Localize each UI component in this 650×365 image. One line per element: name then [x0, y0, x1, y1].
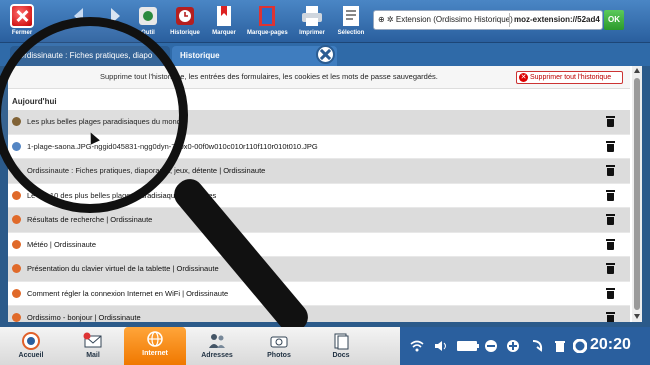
globe-icon: [147, 331, 163, 347]
home-logo-icon: [22, 332, 40, 350]
battery-icon: [457, 341, 479, 351]
trash-icon[interactable]: [606, 189, 615, 201]
contacts-icon: [209, 334, 225, 348]
url-input[interactable]: moz-extension://52ad4: [514, 11, 600, 29]
bookmark-add-icon: [217, 6, 231, 26]
url-go-button[interactable]: OK: [604, 10, 624, 30]
app-photos[interactable]: Photos: [248, 329, 310, 365]
history-row[interactable]: Ordissimo - bonjour | Ordissinaute: [8, 306, 630, 322]
selection-icon: [343, 6, 359, 26]
trash-icon[interactable]: [606, 140, 615, 152]
clock: 20:20: [590, 336, 631, 353]
history-title[interactable]: Météo | Ordissinaute: [27, 240, 96, 249]
undo-icon[interactable]: [530, 339, 544, 353]
trash-icon[interactable]: [606, 312, 615, 322]
bookmark-add-button[interactable]: Marquer: [204, 2, 244, 40]
site-favicon-icon: [12, 239, 21, 249]
trash-icon[interactable]: [606, 116, 615, 127]
url-separator: [509, 13, 510, 27]
printer-icon: [302, 6, 322, 26]
tab-historique[interactable]: Historique: [172, 46, 337, 66]
documents-icon: [334, 333, 349, 350]
magnifier-lens: [0, 17, 188, 213]
vertical-scrollbar[interactable]: [632, 66, 642, 322]
app-mail[interactable]: Mail: [62, 329, 124, 365]
help-lifebuoy-icon[interactable]: [573, 339, 587, 353]
history-title[interactable]: Ordissimo - bonjour | Ordissinaute: [27, 313, 141, 322]
tool-icon: [139, 7, 157, 25]
volume-icon[interactable]: [434, 339, 448, 353]
trash-icon[interactable]: [606, 287, 615, 299]
bookmarks-button[interactable]: Marque-pages: [247, 2, 288, 40]
url-bar[interactable]: ⊕ ✲ Extension (Ordissimo Historique) moz…: [373, 10, 603, 30]
browser-window: Fermer Outil Historique Marquer Marque-p…: [0, 0, 650, 365]
clear-history-button[interactable]: ✕ Supprimer tout l'historique: [516, 71, 623, 84]
site-favicon-icon: [12, 288, 21, 298]
site-favicon-icon: [12, 190, 21, 200]
selection-button[interactable]: Sélection: [331, 2, 371, 40]
clear-icon: ✕: [519, 73, 528, 82]
scroll-up-icon[interactable]: [634, 68, 640, 73]
print-button[interactable]: Imprimer: [292, 2, 332, 40]
close-icon: [10, 4, 34, 28]
history-title[interactable]: Résultats de recherche | Ordissinaute: [27, 215, 152, 224]
trash-icon[interactable]: [606, 263, 615, 274]
scroll-thumb[interactable]: [634, 78, 640, 310]
history-button[interactable]: Historique: [165, 2, 205, 40]
history-title[interactable]: Présentation du clavier virtuel de la ta…: [27, 264, 219, 273]
zoom-in-icon[interactable]: [506, 339, 520, 353]
scroll-down-icon[interactable]: [634, 314, 640, 319]
url-extension-label: ⊕ ✲ Extension (Ordissimo Historique): [378, 15, 513, 24]
history-title[interactable]: Comment régler la connexion Internet en …: [27, 289, 228, 298]
history-icon: [176, 7, 194, 25]
history-row[interactable]: Comment régler la connexion Internet en …: [8, 282, 630, 306]
zoom-out-icon[interactable]: [484, 339, 498, 353]
mail-icon: [83, 332, 102, 348]
site-favicon-icon: [12, 264, 21, 273]
trash-icon[interactable]: [606, 214, 615, 225]
history-row[interactable]: Présentation du clavier virtuel de la ta…: [8, 257, 630, 282]
trash-icon[interactable]: [606, 238, 615, 250]
app-docs[interactable]: Docs: [310, 329, 372, 365]
site-favicon-icon: [12, 313, 21, 322]
trash-bin-icon[interactable]: [553, 339, 567, 353]
app-internet[interactable]: Internet: [124, 327, 186, 365]
wifi-icon[interactable]: [410, 339, 424, 353]
app-adresses[interactable]: Adresses: [186, 329, 248, 365]
app-accueil[interactable]: Accueil: [0, 329, 62, 365]
camera-icon: [270, 336, 288, 348]
history-row[interactable]: Météo | Ordissinaute: [8, 233, 630, 257]
tab-close-icon[interactable]: [316, 45, 335, 64]
site-favicon-icon: [12, 215, 21, 224]
bookmarks-icon: [259, 6, 275, 26]
trash-icon[interactable]: [606, 165, 615, 176]
